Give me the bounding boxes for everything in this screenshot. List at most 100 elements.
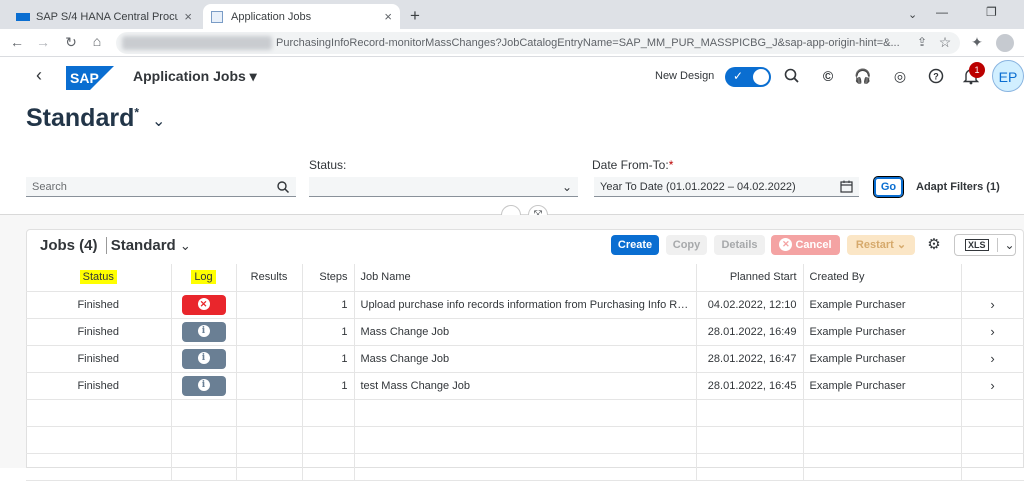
calendar-icon[interactable] <box>840 180 853 193</box>
table-variant-chevron-icon[interactable]: ⌄ <box>180 238 191 253</box>
search-input[interactable]: Search <box>26 177 296 197</box>
extensions-icon[interactable]: ✦ <box>968 34 986 51</box>
profile-icon[interactable] <box>996 34 1014 52</box>
split-divider <box>996 238 998 252</box>
variant-modified-marker: * <box>134 105 140 120</box>
column-header-status[interactable]: Status <box>26 264 172 292</box>
new-design-toggle[interactable]: ✓ <box>725 67 771 87</box>
log-cell: i <box>171 345 237 373</box>
back-arrow-icon[interactable]: ← <box>8 34 26 50</box>
planned-start-cell: 04.02.2022, 12:10 <box>696 291 804 319</box>
new-design-label: New Design <box>655 70 715 82</box>
notification-count-badge: 1 <box>969 62 985 78</box>
log-cell: i <box>171 372 237 400</box>
help-icon[interactable]: ? <box>926 66 946 86</box>
feedback-icon[interactable]: ◎ <box>890 66 910 86</box>
new-tab-button[interactable]: + <box>410 6 420 26</box>
back-chevron-icon[interactable]: ‹ <box>36 66 42 84</box>
chevron-down-icon[interactable]: ⌄ <box>562 180 572 194</box>
log-info-button[interactable]: i <box>181 321 226 342</box>
created-by-cell: Example Purchaser <box>803 345 962 373</box>
date-filter-label: Date From-To:* <box>592 158 673 172</box>
close-tab-icon[interactable]: × <box>184 9 192 24</box>
user-avatar[interactable]: EP <box>992 60 1024 92</box>
column-header-steps[interactable]: Steps <box>302 264 355 292</box>
row-navigation-chevron-icon[interactable]: › <box>961 318 1024 346</box>
sap-logo-text: SAP <box>70 70 99 86</box>
variant-chevron-icon[interactable]: ⌄ <box>152 113 165 130</box>
browser-tab-application-jobs[interactable]: Application Jobs × <box>203 4 400 29</box>
copilot-icon[interactable]: © <box>818 66 838 86</box>
status-filter-label: Status: <box>309 158 347 172</box>
app-title-menu[interactable]: Application Jobs ▾ <box>133 68 257 85</box>
table-variant[interactable]: Standard ⌄ <box>105 237 191 254</box>
home-icon[interactable]: ⌂ <box>88 33 106 49</box>
export-button[interactable]: XLS ⌄ <box>954 234 1016 256</box>
steps-cell: 1 <box>302 291 355 319</box>
row-navigation-chevron-icon[interactable]: › <box>961 291 1024 319</box>
close-tab-icon[interactable]: × <box>384 9 392 24</box>
error-x-icon: ✕ <box>197 297 210 310</box>
table-row[interactable]: Finished ✕ 1 Upload purchase info record… <box>26 291 1024 319</box>
copy-button[interactable]: Copy <box>666 235 707 255</box>
reload-icon[interactable]: ↻ <box>62 34 80 51</box>
table-variant-label: Standard <box>110 237 176 254</box>
results-cell <box>236 291 303 319</box>
empty-row <box>26 426 1024 454</box>
status-cell: Finished <box>26 345 172 373</box>
check-icon: ✓ <box>733 69 744 83</box>
column-header-results[interactable]: Results <box>236 264 303 292</box>
variant-management[interactable]: Standard* ⌄ <box>26 104 165 133</box>
table-settings-gear-icon[interactable]: ⚙ <box>925 236 943 254</box>
restart-button[interactable]: Restart ⌄ <box>847 235 915 255</box>
address-bar[interactable]: PurchasingInfoRecord-monitorMassChanges?… <box>116 32 960 54</box>
sap-logo[interactable]: SAP <box>66 66 114 90</box>
search-field-icon[interactable] <box>276 180 290 194</box>
row-navigation-chevron-icon[interactable]: › <box>961 345 1024 373</box>
status-cell: Finished <box>26 291 172 319</box>
table-row[interactable]: Finished i 1 test Mass Change Job 28.01.… <box>26 372 1024 400</box>
details-button[interactable]: Details <box>714 235 765 255</box>
share-icon[interactable]: ⇪ <box>913 35 931 49</box>
created-by-cell: Example Purchaser <box>803 318 962 346</box>
browser-tab-label: Application Jobs <box>231 10 312 23</box>
log-info-button[interactable]: i <box>181 375 226 396</box>
results-cell <box>236 345 303 373</box>
minimize-icon[interactable]: — <box>936 5 948 19</box>
results-cell <box>236 318 303 346</box>
results-cell <box>236 372 303 400</box>
row-navigation-chevron-icon[interactable]: › <box>961 372 1024 400</box>
forward-arrow-icon[interactable]: → <box>34 34 52 50</box>
status-select[interactable]: ⌄ <box>309 177 578 197</box>
restart-button-label: Restart <box>855 239 894 251</box>
column-header-planned-start[interactable]: Planned Start <box>696 264 804 292</box>
cancel-button[interactable]: ✕ Cancel <box>771 235 840 255</box>
date-label-text: Date From-To: <box>592 158 669 172</box>
date-range-input[interactable]: Year To Date (01.01.2022 – 04.02.2022) <box>594 177 859 197</box>
go-button[interactable]: Go <box>873 176 904 198</box>
svg-text:?: ? <box>933 72 939 82</box>
bookmark-star-icon[interactable]: ☆ <box>936 34 954 51</box>
log-info-button[interactable]: i <box>181 348 226 369</box>
table-row[interactable]: Finished i 1 Mass Change Job 28.01.2022,… <box>26 345 1024 373</box>
adapt-filters-button[interactable]: Adapt Filters (1) <box>916 181 1000 193</box>
job-name-cell: test Mass Change Job <box>354 372 697 400</box>
restore-icon[interactable]: ❐ <box>986 5 997 19</box>
headset-icon[interactable]: 🎧 <box>853 66 873 86</box>
url-text: PurchasingInfoRecord-monitorMassChanges?… <box>276 37 900 49</box>
column-header-job-name[interactable]: Job Name <box>354 264 697 292</box>
column-header-log[interactable]: Log <box>171 264 237 292</box>
redacted-host <box>122 36 272 50</box>
tab-search-chevron-icon[interactable]: ⌄ <box>908 8 917 21</box>
search-icon[interactable] <box>782 66 802 86</box>
status-cell: Finished <box>26 318 172 346</box>
log-error-button[interactable]: ✕ <box>181 294 226 315</box>
log-cell: i <box>171 318 237 346</box>
browser-tab-procurement[interactable]: SAP S/4 HANA Central Procurement × <box>8 4 200 29</box>
table-row[interactable]: Finished i 1 Mass Change Job 28.01.2022,… <box>26 318 1024 346</box>
steps-cell: 1 <box>302 372 355 400</box>
job-name-cell: Mass Change Job <box>354 345 697 373</box>
column-header-created-by[interactable]: Created By <box>803 264 962 292</box>
create-button[interactable]: Create <box>611 235 659 255</box>
export-chevron-icon[interactable]: ⌄ <box>1005 238 1015 252</box>
